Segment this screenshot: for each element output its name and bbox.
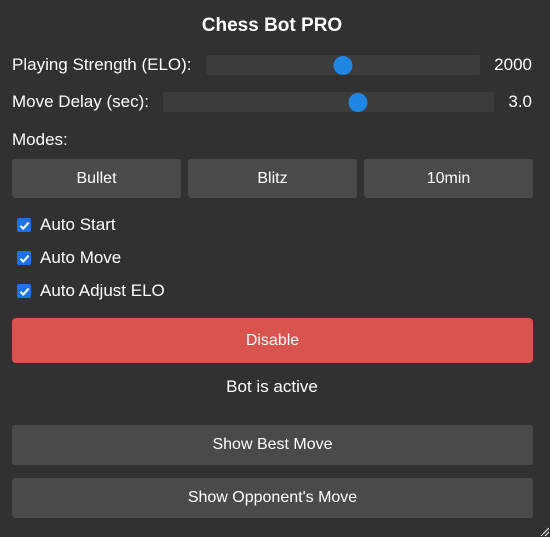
delay-slider-row: Move Delay (sec): 3.0: [12, 90, 532, 114]
strength-slider-thumb[interactable]: [333, 56, 353, 75]
auto-adjust-elo-option[interactable]: Auto Adjust ELO: [17, 279, 165, 303]
panel-title: Chess Bot PRO: [201, 15, 343, 36]
auto-start-checkbox[interactable]: [17, 218, 31, 232]
ten-min-mode-button[interactable]: 10min: [364, 159, 533, 198]
strength-slider-row: Playing Strength (ELO): 2000: [12, 53, 532, 77]
auto-start-option[interactable]: Auto Start: [17, 213, 165, 237]
auto-start-label: Auto Start: [40, 215, 116, 234]
bullet-mode-button[interactable]: Bullet: [12, 159, 181, 198]
modes-label: Modes:: [12, 130, 68, 149]
blitz-mode-button[interactable]: Blitz: [188, 159, 357, 198]
delay-label: Move Delay (sec):: [12, 92, 149, 111]
chess-bot-panel: Chess Bot PRO Playing Strength (ELO): 20…: [0, 0, 550, 537]
auto-adjust-elo-checkbox[interactable]: [17, 284, 31, 298]
delay-value: 3.0: [508, 92, 532, 111]
strength-slider[interactable]: [205, 55, 481, 75]
auto-move-option[interactable]: Auto Move: [17, 246, 165, 270]
auto-adjust-elo-label: Auto Adjust ELO: [40, 281, 165, 300]
disable-button[interactable]: Disable: [12, 318, 533, 363]
auto-move-checkbox[interactable]: [17, 251, 31, 265]
check-icon: [19, 221, 29, 230]
strength-value: 2000: [494, 55, 532, 74]
show-best-move-button[interactable]: Show Best Move: [12, 425, 533, 465]
delay-slider-thumb[interactable]: [348, 93, 368, 112]
check-icon: [19, 287, 29, 296]
modes-button-group: Bullet Blitz 10min: [12, 159, 533, 198]
resize-grip-icon[interactable]: [539, 526, 549, 536]
check-icon: [19, 254, 29, 263]
delay-slider[interactable]: [162, 92, 495, 112]
auto-move-label: Auto Move: [40, 248, 122, 267]
show-opponent-move-button[interactable]: Show Opponent's Move: [12, 478, 533, 518]
strength-label: Playing Strength (ELO):: [12, 55, 192, 74]
options-list: Auto Start Auto Move Auto Adjust ELO: [17, 213, 165, 312]
bot-status-text: Bot is active: [226, 377, 318, 396]
